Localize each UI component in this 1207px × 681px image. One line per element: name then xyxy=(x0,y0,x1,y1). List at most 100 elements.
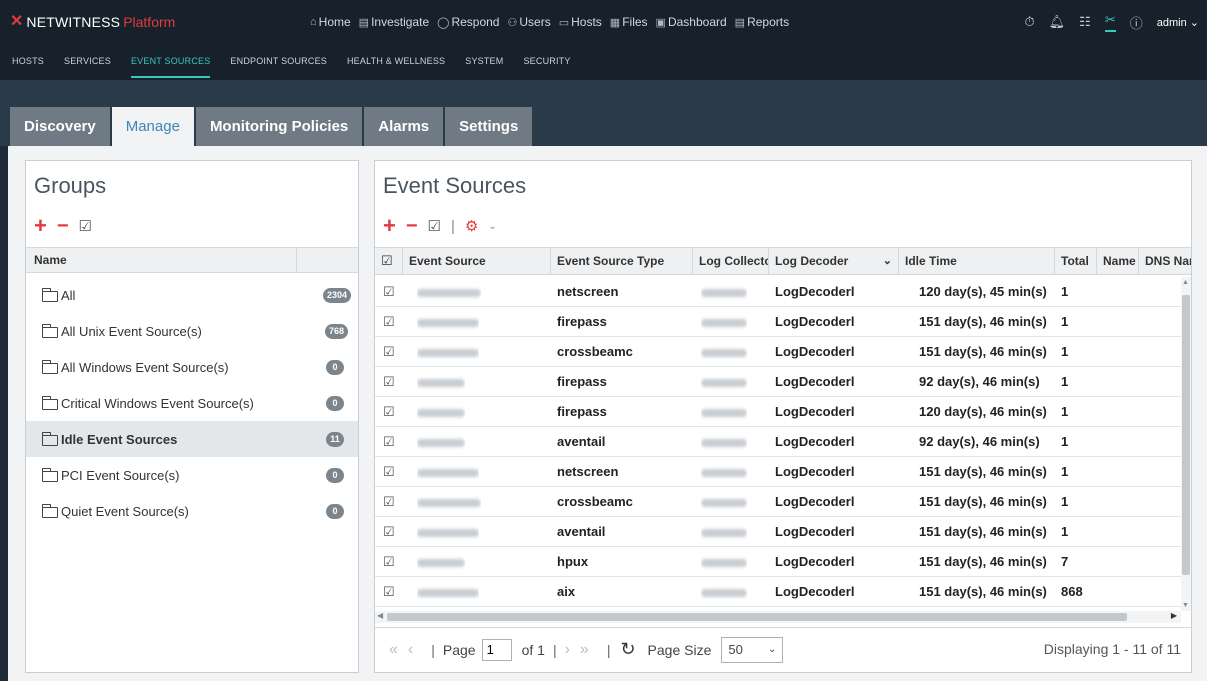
table-row[interactable]: ☑ firepass LogDecoderl 151 day(s), 46 min(s… xyxy=(375,307,1181,337)
horizontal-scrollbar[interactable]: ◀ ▶ xyxy=(375,611,1181,623)
gear-icon[interactable]: ⚙ xyxy=(465,217,478,235)
nav-investigate[interactable]: ▤ Investigate xyxy=(359,15,429,29)
tab-monitoring-policies[interactable]: Monitoring Policies xyxy=(195,107,363,146)
edit-group-button[interactable]: ☑ xyxy=(79,217,92,235)
page-number-input[interactable] xyxy=(481,638,512,661)
subnav-services[interactable]: SERVICES xyxy=(64,44,111,80)
user-menu[interactable]: admin ⌄ xyxy=(1157,16,1199,29)
timer-icon[interactable]: ⏱ xyxy=(1025,14,1035,30)
chevron-down-icon[interactable]: ⌄ xyxy=(488,221,496,232)
nav-hosts[interactable]: ▭ Hosts xyxy=(559,15,602,29)
row-checkbox[interactable]: ☑ xyxy=(383,487,395,517)
scroll-up-icon[interactable]: ▲ xyxy=(1182,279,1189,286)
col-event-source[interactable]: Event Source xyxy=(403,248,551,274)
refresh-icon[interactable]: ↻ xyxy=(620,639,635,660)
col-log-collector[interactable]: Log Collector xyxy=(693,248,769,274)
tasks-icon[interactable]: ☷ xyxy=(1079,14,1091,30)
scroll-right-icon[interactable]: ▶ xyxy=(1171,611,1177,620)
scroll-left-icon[interactable]: ◀ xyxy=(377,611,383,620)
col-total[interactable]: Total xyxy=(1055,248,1097,274)
table-row[interactable]: ☑ aix LogDecoderl 151 day(s), 46 min(s) 868 xyxy=(375,577,1181,607)
row-checkbox[interactable]: ☑ xyxy=(383,277,395,307)
row-checkbox[interactable]: ☑ xyxy=(383,577,395,607)
tab-alarms[interactable]: Alarms xyxy=(364,107,444,146)
vertical-scrollbar[interactable]: ▲ ▼ xyxy=(1181,277,1191,611)
group-name: All Unix Event Source(s) xyxy=(61,323,202,339)
table-row[interactable]: ☑ netscreen LogDecoderl 120 day(s), 45 min(… xyxy=(375,277,1181,307)
groups-toolbar: + − ☑ xyxy=(34,215,92,237)
row-checkbox[interactable]: ☑ xyxy=(383,547,395,577)
row-checkbox[interactable]: ☑ xyxy=(383,337,395,367)
remove-group-button[interactable]: − xyxy=(57,216,69,236)
table-row[interactable]: ☑ firepass LogDecoderl 92 day(s), 46 min(s)… xyxy=(375,367,1181,397)
nav-dashboard[interactable]: ▣ Dashboard xyxy=(656,15,727,29)
col-event-source-type[interactable]: Event Source Type xyxy=(551,248,693,274)
edit-source-button[interactable]: ☑ xyxy=(428,217,441,235)
subnav-event-sources[interactable]: EVENT SOURCES xyxy=(130,44,211,78)
logo[interactable]: ✕ NETWITNESS Platform xyxy=(10,14,175,31)
folder-icon xyxy=(42,503,58,518)
group-item[interactable]: All Unix Event Source(s) 768 xyxy=(26,313,358,349)
nav-files[interactable]: ▦ Files xyxy=(610,15,648,29)
tab-manage[interactable]: Manage xyxy=(111,107,194,146)
select-all-checkbox[interactable]: ☑ xyxy=(375,248,403,274)
horizontal-scroll-thumb[interactable] xyxy=(387,613,1127,621)
remove-source-button[interactable]: − xyxy=(406,216,418,236)
row-checkbox[interactable]: ☑ xyxy=(383,367,395,397)
subnav-security[interactable]: SECURITY xyxy=(523,44,570,80)
table-row[interactable]: ☑ hpux LogDecoderl 151 day(s), 46 min(s) 7 xyxy=(375,547,1181,577)
group-item[interactable]: Critical Windows Event Source(s) 0 xyxy=(26,385,358,421)
tab-settings[interactable]: Settings xyxy=(445,107,533,146)
group-item[interactable]: Idle Event Sources 11 xyxy=(26,421,358,457)
col-log-decoder[interactable]: Log Decoder ⌄ xyxy=(769,248,899,274)
bell-icon[interactable]: 🔔︎ xyxy=(1049,14,1066,30)
count-badge: 2304 xyxy=(322,288,351,303)
prev-page-icon[interactable]: ‹ xyxy=(408,641,413,659)
nav-home[interactable]: ⌂ Home xyxy=(310,15,351,29)
count-badge: 11 xyxy=(326,432,344,447)
nav-respond[interactable]: ◯ Respond xyxy=(437,15,499,29)
add-group-button[interactable]: + xyxy=(34,215,47,237)
row-checkbox[interactable]: ☑ xyxy=(383,427,395,457)
group-item[interactable]: Quiet Event Source(s) 0 xyxy=(26,493,358,529)
table-row[interactable]: ☑ aventail LogDecoderl 92 day(s), 46 min(s)… xyxy=(375,427,1181,457)
table-row[interactable]: ☑ netscreen LogDecoderl 151 day(s), 46 min(… xyxy=(375,457,1181,487)
table-row[interactable]: ☑ firepass LogDecoderl 120 day(s), 46 min(s… xyxy=(375,397,1181,427)
col-idle-time[interactable]: Idle Time xyxy=(899,248,1055,274)
group-item[interactable]: All Windows Event Source(s) 0 xyxy=(26,349,358,385)
vertical-scroll-thumb[interactable] xyxy=(1182,295,1190,575)
table-row[interactable]: ☑ crossbeamc LogDecoderl 151 day(s), 46 min… xyxy=(375,487,1181,517)
col-dns-name[interactable]: DNS Name xyxy=(1139,248,1191,274)
idle-time: 151 day(s), 46 min(s) xyxy=(919,554,1047,569)
nav-users[interactable]: ⚇ Users xyxy=(507,15,550,29)
col-name[interactable]: Name xyxy=(1097,248,1139,274)
row-checkbox[interactable]: ☑ xyxy=(383,397,395,427)
chevron-down-icon[interactable]: ⌄ xyxy=(883,248,892,274)
subnav-hosts[interactable]: HOSTS xyxy=(12,44,44,80)
tab-discovery[interactable]: Discovery xyxy=(10,107,110,146)
admin-tools-icon[interactable]: ✂ xyxy=(1104,12,1116,32)
users-icon: ⚇ xyxy=(507,16,518,29)
scroll-down-icon[interactable]: ▼ xyxy=(1182,602,1189,609)
groups-column-name[interactable]: Name xyxy=(34,253,67,267)
row-checkbox[interactable]: ☑ xyxy=(383,457,395,487)
page-size-select[interactable]: 50 ⌄ xyxy=(721,636,784,663)
subnav-endpoint-sources[interactable]: ENDPOINT SOURCES xyxy=(230,44,327,80)
row-checkbox[interactable]: ☑ xyxy=(383,517,395,547)
nav-reports[interactable]: ▤ Reports xyxy=(735,15,789,29)
help-icon[interactable]: ⓘ xyxy=(1130,13,1143,32)
redacted-value xyxy=(417,468,479,477)
group-item[interactable]: All 2304 xyxy=(26,277,358,313)
first-page-icon[interactable]: « xyxy=(389,641,398,659)
row-checkbox[interactable]: ☑ xyxy=(383,307,395,337)
event-source-type: hpux xyxy=(557,554,589,569)
subnav-health-wellness[interactable]: HEALTH & WELLNESS xyxy=(347,44,445,80)
add-source-button[interactable]: + xyxy=(383,215,396,237)
group-item[interactable]: PCI Event Source(s) 0 xyxy=(26,457,358,493)
next-page-icon[interactable]: › xyxy=(565,641,570,659)
last-page-icon[interactable]: » xyxy=(580,641,589,659)
log-collector xyxy=(701,397,747,427)
table-row[interactable]: ☑ crossbeamc LogDecoderl 151 day(s), 46 min… xyxy=(375,337,1181,367)
subnav-system[interactable]: SYSTEM xyxy=(465,44,503,80)
table-row[interactable]: ☑ aventail LogDecoderl 151 day(s), 46 min(s… xyxy=(375,517,1181,547)
